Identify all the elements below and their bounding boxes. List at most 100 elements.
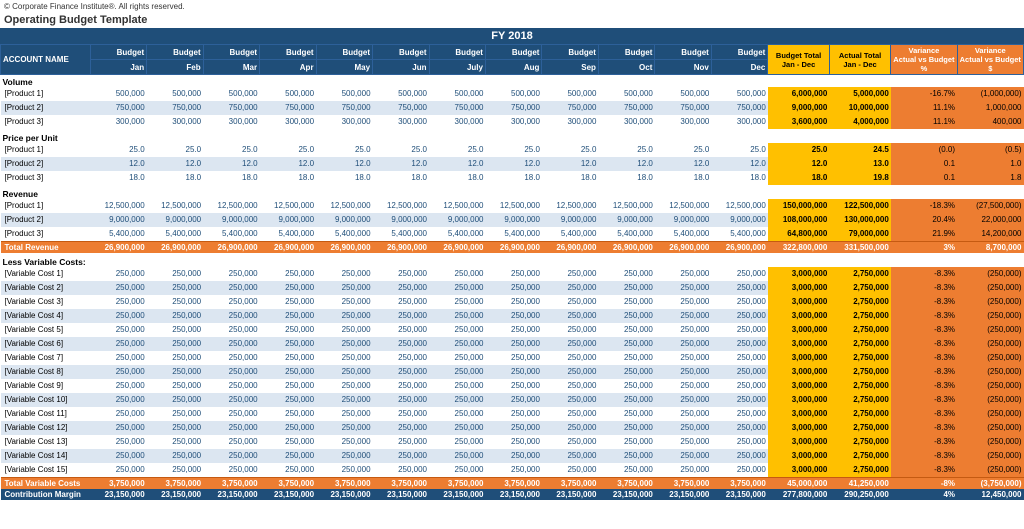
row-month-value: 250,000	[429, 281, 485, 295]
row-account-name: [Variable Cost 3]	[1, 295, 91, 309]
row-month-value: 5,400,000	[90, 227, 146, 242]
row-month-value: 250,000	[373, 449, 429, 463]
row-account-name: [Variable Cost 11]	[1, 407, 91, 421]
budget-oct-header: Budget	[598, 45, 654, 60]
row-month-value: 250,000	[316, 281, 372, 295]
row-actual-total: 2,750,000	[829, 365, 890, 379]
row-month-value: 250,000	[485, 267, 541, 281]
row-var-dollar: (250,000)	[957, 337, 1023, 351]
row-budget-total: 3,000,000	[768, 351, 830, 365]
row-month-value: 250,000	[203, 295, 259, 309]
row-month-value: 250,000	[203, 393, 259, 407]
row-month-value: 25.0	[485, 143, 541, 157]
row-month-value: 250,000	[485, 379, 541, 393]
row-month-value: 250,000	[598, 449, 654, 463]
row-budget-total: 9,000,000	[768, 101, 830, 115]
row-month-value: 3,750,000	[373, 478, 429, 490]
row-var-dollar: (0.5)	[957, 143, 1023, 157]
row-actual-total: 122,500,000	[829, 199, 890, 213]
aug-header: Aug	[485, 60, 541, 75]
table-row: Contribution Margin23,150,00023,150,0002…	[1, 489, 1024, 500]
row-month-value: 250,000	[90, 435, 146, 449]
row-var-pct: -8.3%	[891, 421, 957, 435]
row-month-value: 250,000	[711, 435, 767, 449]
row-month-value: 5,400,000	[655, 227, 711, 242]
row-account-name: [Product 1]	[1, 87, 91, 101]
row-month-value: 750,000	[316, 101, 372, 115]
row-month-value: 12,500,000	[485, 199, 541, 213]
sep-header: Sep	[542, 60, 598, 75]
section-label-row: Less Variable Costs:	[1, 255, 1024, 267]
row-var-pct: 20.4%	[891, 213, 957, 227]
row-month-value: 12,500,000	[655, 199, 711, 213]
row-month-value: 250,000	[316, 435, 372, 449]
row-actual-total: 41,250,000	[829, 478, 890, 490]
row-month-value: 250,000	[316, 407, 372, 421]
row-month-value: 25.0	[542, 143, 598, 157]
budget-jan-header: Budget	[90, 45, 146, 60]
row-var-pct: -18.3%	[891, 199, 957, 213]
budget-apr-header: Budget	[260, 45, 316, 60]
row-account-name: [Variable Cost 15]	[1, 463, 91, 478]
row-month-value: 250,000	[485, 365, 541, 379]
row-actual-total: 2,750,000	[829, 337, 890, 351]
row-month-value: 300,000	[90, 115, 146, 129]
row-month-value: 12.0	[90, 157, 146, 171]
row-month-value: 250,000	[485, 309, 541, 323]
row-month-value: 5,400,000	[316, 227, 372, 242]
row-month-value: 9,000,000	[542, 213, 598, 227]
row-var-pct: -8.3%	[891, 393, 957, 407]
row-month-value: 9,000,000	[485, 213, 541, 227]
row-month-value: 250,000	[655, 351, 711, 365]
row-month-value: 23,150,000	[429, 489, 485, 500]
row-var-dollar: 22,000,000	[957, 213, 1023, 227]
row-account-name: [Product 1]	[1, 199, 91, 213]
row-month-value: 250,000	[429, 407, 485, 421]
row-month-value: 5,400,000	[429, 227, 485, 242]
row-month-value: 750,000	[429, 101, 485, 115]
row-month-value: 3,750,000	[429, 478, 485, 490]
row-month-value: 250,000	[373, 421, 429, 435]
row-month-value: 250,000	[316, 295, 372, 309]
row-month-value: 250,000	[373, 295, 429, 309]
row-account-name: [Variable Cost 6]	[1, 337, 91, 351]
row-month-value: 5,400,000	[542, 227, 598, 242]
row-month-value: 3,750,000	[316, 478, 372, 490]
row-month-value: 250,000	[485, 295, 541, 309]
row-actual-total: 79,000,000	[829, 227, 890, 242]
row-month-value: 23,150,000	[373, 489, 429, 500]
row-budget-total: 3,000,000	[768, 295, 830, 309]
row-month-value: 5,400,000	[711, 227, 767, 242]
row-account-name: [Product 3]	[1, 227, 91, 242]
row-month-value: 250,000	[90, 295, 146, 309]
row-month-value: 12.0	[542, 157, 598, 171]
row-month-value: 250,000	[429, 435, 485, 449]
row-month-value: 12.0	[316, 157, 372, 171]
row-month-value: 250,000	[542, 449, 598, 463]
row-var-pct: -8.3%	[891, 365, 957, 379]
feb-header: Feb	[147, 60, 203, 75]
row-budget-total: 3,000,000	[768, 421, 830, 435]
row-month-value: 12.0	[711, 157, 767, 171]
row-account-name: [Product 2]	[1, 213, 91, 227]
table-row: [Product 1]500,000500,000500,000500,0005…	[1, 87, 1024, 101]
row-month-value: 250,000	[260, 379, 316, 393]
row-month-value: 12,500,000	[90, 199, 146, 213]
row-month-value: 250,000	[655, 407, 711, 421]
row-month-value: 250,000	[260, 323, 316, 337]
row-month-value: 3,750,000	[711, 478, 767, 490]
table-row: [Product 2]750,000750,000750,000750,0007…	[1, 101, 1024, 115]
row-month-value: 500,000	[260, 87, 316, 101]
row-month-value: 12.0	[147, 157, 203, 171]
row-month-value: 250,000	[429, 309, 485, 323]
table-row: [Product 1]12,500,00012,500,00012,500,00…	[1, 199, 1024, 213]
row-month-value: 12,500,000	[203, 199, 259, 213]
row-month-value: 18.0	[711, 171, 767, 185]
row-month-value: 18.0	[147, 171, 203, 185]
row-month-value: 250,000	[598, 309, 654, 323]
row-month-value: 250,000	[598, 421, 654, 435]
table-row: [Variable Cost 4]250,000250,000250,00025…	[1, 309, 1024, 323]
row-month-value: 25.0	[711, 143, 767, 157]
row-month-value: 250,000	[90, 309, 146, 323]
row-month-value: 9,000,000	[316, 213, 372, 227]
